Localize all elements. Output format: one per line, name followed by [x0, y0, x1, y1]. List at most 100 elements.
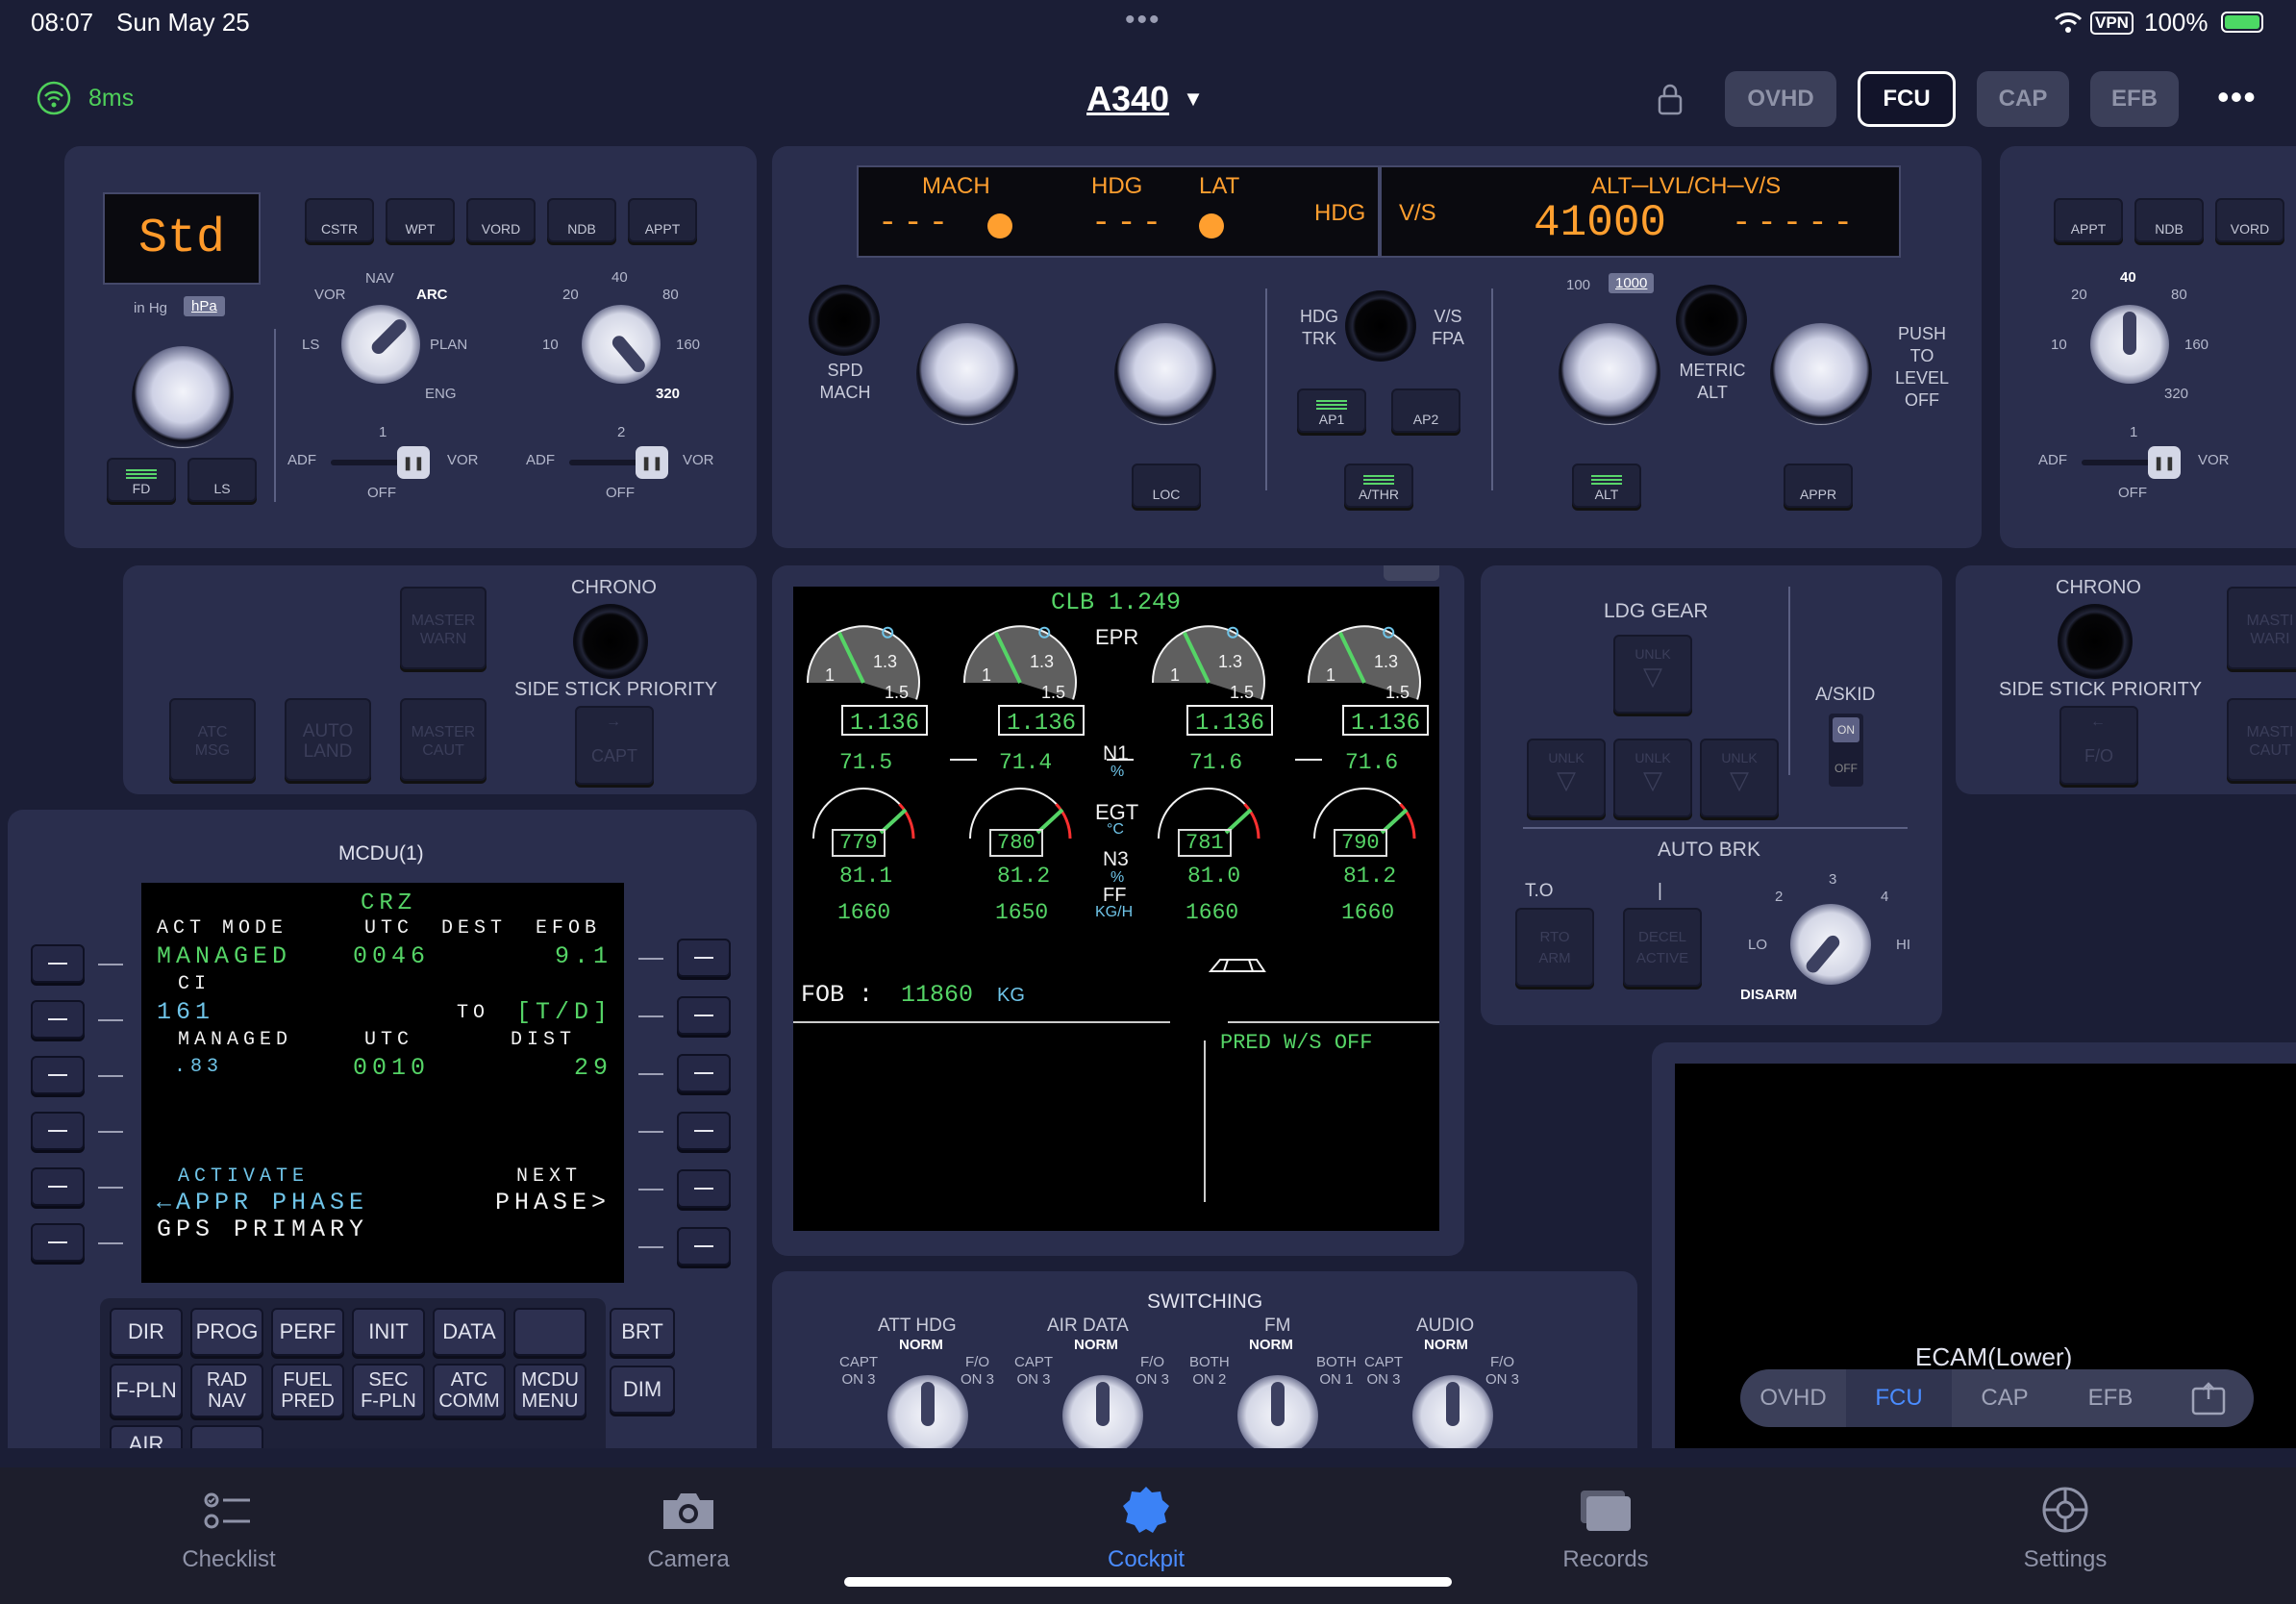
- fd-button[interactable]: FD: [107, 458, 176, 502]
- loc-button[interactable]: LOC: [1132, 464, 1201, 508]
- nav-checklist[interactable]: Checklist: [171, 1481, 287, 1572]
- ssp-fo-button[interactable]: ← F/O: [2059, 706, 2138, 785]
- ndb-button[interactable]: NDB: [547, 198, 616, 242]
- range-selector-right[interactable]: [2090, 305, 2169, 384]
- chrono-right-button[interactable]: [2058, 604, 2133, 679]
- lsk-5r[interactable]: [677, 1169, 731, 1208]
- baro-knob[interactable]: [132, 346, 234, 448]
- key-atc-comm[interactable]: ATC COMM: [433, 1364, 506, 1417]
- key-blank-2[interactable]: [190, 1425, 263, 1448]
- nav-records[interactable]: Records: [1548, 1481, 1663, 1572]
- ls-button[interactable]: LS: [187, 458, 257, 502]
- spd-mach-button[interactable]: [809, 285, 880, 356]
- cstr-button[interactable]: CSTR: [305, 198, 374, 242]
- lsk-1l[interactable]: [31, 944, 85, 983]
- att-hdg-selector[interactable]: [887, 1375, 968, 1448]
- ap2-button[interactable]: AP2: [1391, 388, 1460, 433]
- nd-mode-selector[interactable]: [341, 305, 420, 384]
- key-dir[interactable]: DIR: [110, 1308, 183, 1356]
- master-warn-right-button[interactable]: MASTI WARI: [2227, 587, 2296, 669]
- lsk-6l[interactable]: [31, 1223, 85, 1262]
- key-brt[interactable]: BRT: [610, 1308, 675, 1356]
- vord-button-right[interactable]: VORD: [2215, 198, 2284, 242]
- tab-ovhd[interactable]: OVHD: [1725, 71, 1836, 127]
- adfvor1-switch[interactable]: ❚❚: [397, 446, 430, 479]
- fm-selector[interactable]: [1237, 1375, 1318, 1448]
- vs-knob[interactable]: [1770, 323, 1872, 425]
- nav-cockpit[interactable]: Cockpit: [1088, 1481, 1204, 1572]
- audio-selector[interactable]: [1412, 1375, 1493, 1448]
- key-fuel-pred[interactable]: FUEL PRED: [271, 1364, 344, 1417]
- alt-button[interactable]: ALT: [1572, 464, 1641, 508]
- appt-button-right[interactable]: APPT: [2054, 198, 2123, 242]
- ssp-capt-button[interactable]: → CAPT: [575, 706, 654, 785]
- lsk-3l[interactable]: [31, 1056, 85, 1094]
- key-sec-fpln[interactable]: SEC F-PLN: [352, 1364, 425, 1417]
- lsk-1r[interactable]: [677, 939, 731, 977]
- gear-unlk-left[interactable]: UNLK ▽: [1527, 739, 1606, 817]
- ecam-tab-efb[interactable]: EFB: [2058, 1369, 2163, 1427]
- key-rad-nav[interactable]: RAD NAV: [190, 1364, 263, 1417]
- appr-button[interactable]: APPR: [1784, 464, 1853, 508]
- ecam-tab-ovhd[interactable]: OVHD: [1740, 1369, 1846, 1427]
- ap1-button[interactable]: AP1: [1297, 388, 1366, 433]
- range-selector[interactable]: [582, 305, 661, 384]
- vord-button[interactable]: VORD: [466, 198, 536, 242]
- key-mcdu-menu[interactable]: MCDU MENU: [513, 1364, 586, 1417]
- ndb-button-right[interactable]: NDB: [2134, 198, 2204, 242]
- altitude-knob[interactable]: [1559, 323, 1660, 425]
- master-caut-button[interactable]: MASTER CAUT: [400, 698, 487, 781]
- key-data[interactable]: DATA: [433, 1308, 506, 1356]
- appt-button[interactable]: APPT: [628, 198, 697, 242]
- autobrk-selector[interactable]: [1790, 904, 1871, 985]
- lock-icon[interactable]: [1658, 83, 1683, 115]
- adfvor-r-switch[interactable]: ❚❚: [2148, 446, 2181, 479]
- nav-camera[interactable]: Camera: [631, 1481, 746, 1572]
- key-perf[interactable]: PERF: [271, 1308, 344, 1356]
- unit-inhg[interactable]: in Hg: [134, 300, 167, 316]
- more-dots-icon[interactable]: •••: [1125, 4, 1161, 37]
- ecam-expand-button[interactable]: [2163, 1369, 2254, 1427]
- key-init[interactable]: INIT: [352, 1308, 425, 1356]
- alt-inc-1000[interactable]: 1000: [1609, 273, 1655, 293]
- lsk-4l[interactable]: [31, 1112, 85, 1150]
- gear-unlk-center[interactable]: UNLK ▽: [1613, 739, 1692, 817]
- autobrk-to-button[interactable]: RTO ARM: [1515, 908, 1594, 987]
- atc-msg-button[interactable]: ATC MSG: [169, 698, 256, 781]
- auto-land-button[interactable]: AUTO LAND: [285, 698, 371, 781]
- master-warn-button[interactable]: MASTER WARN: [400, 587, 487, 669]
- tab-efb[interactable]: EFB: [2090, 71, 2179, 127]
- master-caut-right-button[interactable]: MASTI CAUT: [2227, 698, 2296, 781]
- metric-alt-button[interactable]: [1676, 285, 1747, 356]
- chrono-button[interactable]: [573, 604, 648, 679]
- tab-fcu[interactable]: FCU: [1858, 71, 1956, 127]
- nav-settings[interactable]: Settings: [2008, 1481, 2123, 1572]
- ecam-tab-fcu[interactable]: FCU: [1846, 1369, 1952, 1427]
- key-prog[interactable]: PROG: [190, 1308, 263, 1356]
- key-dim[interactable]: DIM: [610, 1366, 675, 1414]
- askid-switch[interactable]: ON OFF: [1829, 714, 1863, 787]
- lsk-3r[interactable]: [677, 1054, 731, 1092]
- lsk-2r[interactable]: [677, 996, 731, 1035]
- key-air[interactable]: AIR: [110, 1425, 183, 1448]
- hdg-trk-button[interactable]: [1345, 290, 1416, 362]
- lsk-5l[interactable]: [31, 1167, 85, 1206]
- gear-unlk-right[interactable]: UNLK ▽: [1700, 739, 1779, 817]
- speed-knob[interactable]: [916, 323, 1018, 425]
- air-data-selector[interactable]: [1062, 1375, 1143, 1448]
- lsk-2l[interactable]: [31, 1000, 85, 1039]
- more-options-icon[interactable]: •••: [2217, 77, 2257, 117]
- key-blank[interactable]: [513, 1308, 586, 1356]
- lsk-4r[interactable]: [677, 1112, 731, 1150]
- athr-button[interactable]: A/THR: [1344, 464, 1413, 508]
- ecam-tab-cap[interactable]: CAP: [1952, 1369, 2058, 1427]
- heading-knob[interactable]: [1114, 323, 1216, 425]
- aircraft-selector[interactable]: A340 ▼: [1086, 75, 1204, 123]
- lsk-6r[interactable]: [677, 1227, 731, 1266]
- gear-unlk-nose[interactable]: UNLK ▽: [1613, 635, 1692, 714]
- adfvor2-switch[interactable]: ❚❚: [636, 446, 668, 479]
- key-fpln[interactable]: F-PLN: [110, 1364, 183, 1417]
- tab-cap[interactable]: CAP: [1977, 71, 2069, 127]
- decel-button[interactable]: DECEL ACTIVE: [1623, 908, 1702, 987]
- unit-hpa[interactable]: hPa: [184, 296, 225, 316]
